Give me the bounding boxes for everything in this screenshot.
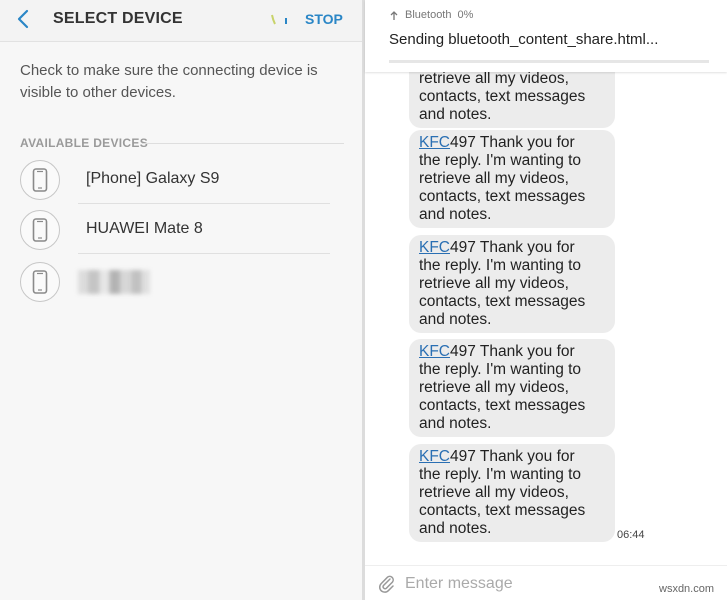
message-link[interactable]: KFC [419,448,450,465]
notification-text: Sending bluetooth_content_share.html... [389,31,659,48]
message-timestamp: 06:44 [617,529,645,541]
message-line: retrieve all my videos, [419,275,569,292]
stop-button[interactable]: STOP [305,11,343,27]
header-bar: SELECT DEVICE STOP [0,0,362,42]
message-line: retrieve all my videos, [419,70,569,87]
device-item[interactable] [0,258,362,306]
message-text: 497 Thank you for [450,448,575,465]
message-line: contacts, text messages [419,188,586,205]
message-line: contacts, text messages [419,502,586,519]
message-input[interactable]: Enter message [405,575,513,593]
device-item[interactable]: [Phone] Galaxy S9 [0,156,362,204]
message-line: the reply. I'm wanting to [419,466,582,483]
message-line: retrieve all my videos, [419,170,569,187]
section-label: AVAILABLE DEVICES [20,136,149,150]
progress-bar [389,60,709,63]
phone-icon [20,262,60,302]
message-line: and notes. [419,311,492,328]
back-icon[interactable] [14,8,34,30]
message-line: contacts, text messages [419,397,586,414]
message-bubble[interactable]: KFC497 Thank you for the reply. I'm want… [409,444,615,542]
info-text: Check to make sure the connecting device… [20,62,318,101]
watermark: wsxdn.com [659,583,715,595]
message-text: 497 Thank you for [450,134,575,151]
message-line: and notes. [419,106,492,123]
message-line: and notes. [419,415,492,432]
device-name: [Phone] Galaxy S9 [86,170,220,187]
message-link[interactable]: KFC [419,343,450,360]
message-line: contacts, text messages [419,293,586,310]
divider [78,203,330,204]
divider [142,143,344,144]
message-text: 497 Thank you for [450,343,575,360]
divider [78,253,330,254]
message-line: the reply. I'm wanting to [419,257,582,274]
device-item[interactable]: HUAWEI Mate 8 [0,206,362,254]
phone-icon [20,210,60,250]
message-link[interactable]: KFC [419,134,450,151]
message-bubble[interactable]: KFC497 Thank you for the reply. I'm want… [409,235,615,333]
message-line: the reply. I'm wanting to [419,152,582,169]
upload-icon [390,10,398,20]
message-line: the reply. I'm wanting to [419,361,582,378]
message-link[interactable]: KFC [419,239,450,256]
message-bubble[interactable]: KFC497 Thank you for the reply. I'm want… [409,130,615,228]
device-name: HUAWEI Mate 8 [86,220,203,237]
phone-icon [20,160,60,200]
page-title: SELECT DEVICE [53,10,183,27]
message-line: retrieve all my videos, [419,379,569,396]
blurred-device-name [78,270,150,294]
select-device-panel: SELECT DEVICE STOP Check to make sure th… [0,0,362,600]
message-text: 497 Thank you for [450,239,575,256]
message-line: and notes. [419,206,492,223]
loading-spinner-icon [270,12,292,28]
bluetooth-notification[interactable]: Bluetooth 0% Sending bluetooth_content_s… [365,0,727,72]
message-line: contacts, text messages [419,88,586,105]
attach-icon[interactable] [377,574,397,599]
message-bubble[interactable]: KFC497 Thank you for the reply. I'm want… [409,339,615,437]
notification-app: Bluetooth [405,9,452,21]
message-line: retrieve all my videos, [419,484,569,501]
notification-header: Bluetooth 0% [389,9,473,21]
notification-percent: 0% [457,9,474,21]
message-line: and notes. [419,520,492,537]
